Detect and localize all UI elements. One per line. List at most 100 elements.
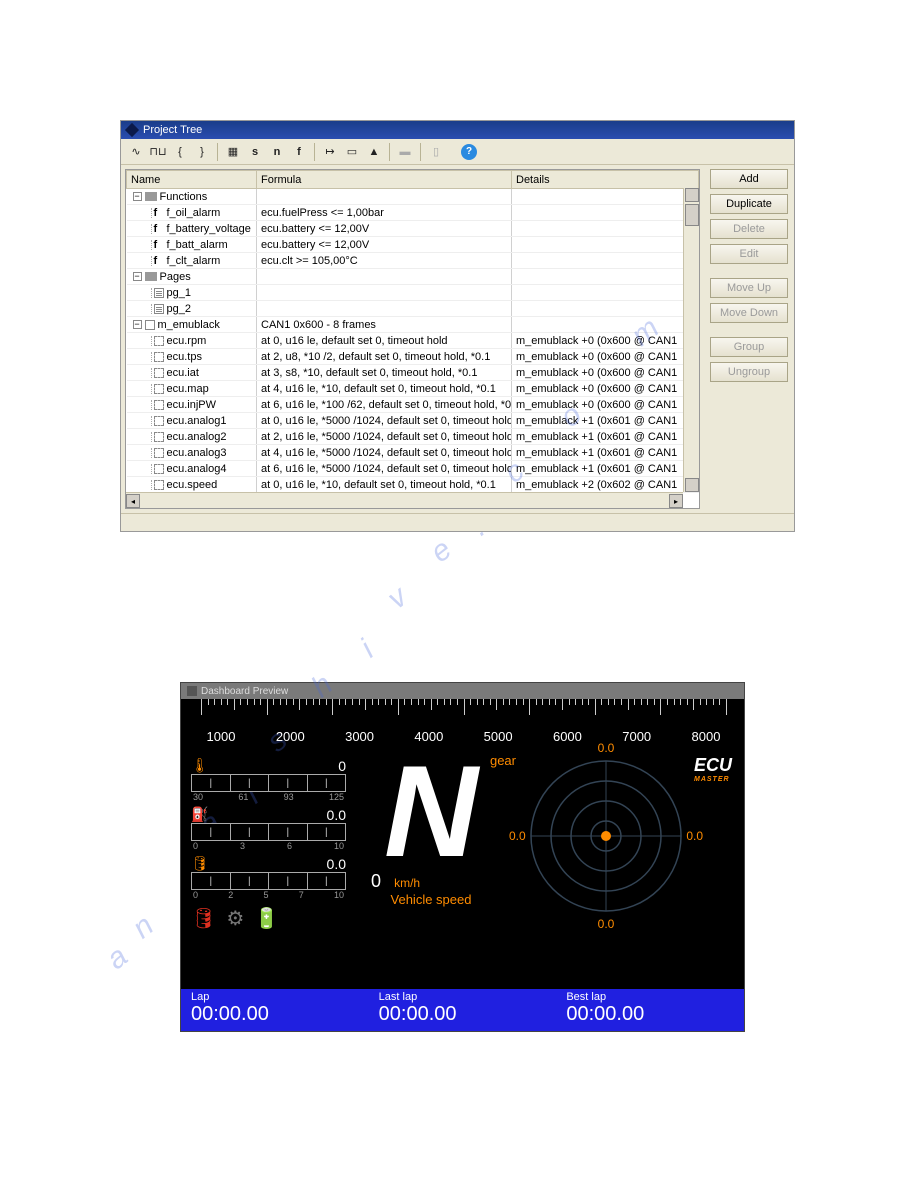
tree-row[interactable]: ff_clt_alarmecu.clt >= 105,00°C <box>127 253 699 269</box>
lap-label: Best lap <box>566 991 734 1003</box>
tb-folder-icon[interactable]: ▬ <box>396 143 414 161</box>
scale-label: 8000 <box>692 729 721 744</box>
lap-label: Last lap <box>379 991 547 1003</box>
app-icon <box>125 123 139 137</box>
tree-row[interactable]: ecu.speedat 0, u16 le, *10, default set … <box>127 477 699 493</box>
row-details <box>512 189 699 205</box>
tree-row[interactable]: ecu.analog4at 6, u16 le, *5000 /1024, de… <box>127 461 699 477</box>
tree-row[interactable]: ff_batt_alarmecu.battery <= 12,00V <box>127 237 699 253</box>
module-icon <box>145 320 155 330</box>
tb-f-icon[interactable]: f <box>290 143 308 161</box>
row-details: m_emublack +2 (0x602 @ CAN1 <box>512 477 699 493</box>
temp-icon: 🌡 <box>191 757 209 774</box>
tree-row[interactable]: −m_emublackCAN1 0x600 - 8 frames <box>127 317 699 333</box>
variable-icon <box>154 352 164 362</box>
dashboard-preview-window: Dashboard Preview 1000200030004000500060… <box>180 682 745 1032</box>
ecu-logo: ECU MASTER <box>694 755 732 783</box>
tb-doc-icon[interactable]: ▯ <box>427 143 445 161</box>
speed-value: 0 <box>371 871 381 891</box>
scroll-right-icon[interactable]: ▸ <box>669 494 683 508</box>
duplicate-button[interactable]: Duplicate <box>710 194 788 214</box>
tree-row[interactable]: ecu.tpsat 2, u8, *10 /2, default set 0, … <box>127 349 699 365</box>
col-details[interactable]: Details <box>512 171 699 189</box>
gforce-right: 0.0 <box>686 829 703 843</box>
toggle-icon[interactable]: − <box>133 192 142 201</box>
col-name[interactable]: Name <box>127 171 257 189</box>
tree-row[interactable]: ecu.mapat 4, u16 le, *10, default set 0,… <box>127 381 699 397</box>
row-formula: ecu.clt >= 105,00°C <box>257 253 512 269</box>
edit-button[interactable]: Edit <box>710 244 788 264</box>
tree-row[interactable]: ecu.injPW at 6, u16 le, *100 /62, default… <box>127 397 699 413</box>
move-down-button[interactable]: Move Down <box>710 303 788 323</box>
tree-row[interactable]: − Pages <box>127 269 699 285</box>
tree-row[interactable]: ecu.analog1at 0, u16 le, *5000 /1024, de… <box>127 413 699 429</box>
delete-button[interactable]: Delete <box>710 219 788 239</box>
scale-label: 7000 <box>622 729 651 744</box>
variable-icon <box>154 464 164 474</box>
variable-icon <box>154 400 164 410</box>
gauge-row: ⛽0.0||||03610 <box>191 806 346 851</box>
tree-row[interactable]: ecu.analog3at 4, u16 le, *5000 /1024, de… <box>127 445 699 461</box>
ungroup-button[interactable]: Ungroup <box>710 362 788 382</box>
gauge-value: 0 <box>338 758 346 774</box>
left-gauges: 🌡0||||306193125⛽0.0||||03610🛢0.0||||0257… <box>191 757 346 931</box>
scroll-thumb[interactable] <box>685 204 699 226</box>
row-formula <box>257 301 512 317</box>
tree-row[interactable]: ecu.rpmat 0, u16 le, default set 0, time… <box>127 333 699 349</box>
variable-icon <box>154 336 164 346</box>
scroll-down-icon[interactable] <box>685 478 699 492</box>
tb-n-icon[interactable]: n <box>268 143 286 161</box>
gforce-left: 0.0 <box>509 829 526 843</box>
variable-icon <box>154 432 164 442</box>
help-icon[interactable]: ? <box>461 144 477 160</box>
tree-row[interactable]: pg_2 <box>127 301 699 317</box>
row-formula: at 4, u16 le, *5000 /1024, default set 0… <box>257 445 512 461</box>
gforce-bottom: 0.0 <box>598 917 615 931</box>
row-details <box>512 301 699 317</box>
variable-icon <box>154 384 164 394</box>
tb-s-icon[interactable]: s <box>246 143 264 161</box>
horizontal-scrollbar[interactable]: ◂ ▸ <box>126 492 683 508</box>
group-button[interactable]: Group <box>710 337 788 357</box>
tree-row[interactable]: ff_battery_voltageecu.battery <= 12,00V <box>127 221 699 237</box>
speed-unit: km/h <box>394 876 420 890</box>
tb-grid-icon[interactable]: ▦ <box>224 143 242 161</box>
tree-row[interactable]: ecu.analog2at 2, u16 le, *5000 /1024, de… <box>127 429 699 445</box>
row-name: ecu.map <box>167 383 209 395</box>
row-name: Pages <box>160 271 191 283</box>
gauge-bar: |||| <box>191 774 346 792</box>
row-name: f_batt_alarm <box>167 239 228 251</box>
tb-arrow-in-icon[interactable]: ↦ <box>321 143 339 161</box>
lap-time: 00:00.00 <box>379 1003 547 1026</box>
move-up-button[interactable]: Move Up <box>710 278 788 298</box>
tree-row[interactable]: pg_1 <box>127 285 699 301</box>
toggle-icon[interactable]: − <box>133 320 142 329</box>
row-formula: at 6, u16 le, *100 /62, default set 0, t… <box>257 397 512 413</box>
row-details: m_emublack +1 (0x601 @ CAN1 <box>512 445 699 461</box>
tree-row[interactable]: ff_oil_alarmecu.fuelPress <= 1,00bar <box>127 205 699 221</box>
tb-wave-icon[interactable]: ∿ <box>127 143 145 161</box>
variable-icon <box>154 416 164 426</box>
toggle-icon[interactable]: − <box>133 272 142 281</box>
row-details <box>512 205 699 221</box>
gauge-row: 🌡0||||306193125 <box>191 757 346 802</box>
col-formula[interactable]: Formula <box>257 171 512 189</box>
lap-bar: Lap00:00.00Last lap00:00.00Best lap00:00… <box>181 989 744 1031</box>
tb-box-icon[interactable]: ▭ <box>343 143 361 161</box>
scroll-left-icon[interactable]: ◂ <box>126 494 140 508</box>
vertical-scrollbar[interactable] <box>683 188 699 492</box>
tb-bracket-left-icon[interactable]: { <box>171 143 189 161</box>
row-details <box>512 253 699 269</box>
tb-warning-icon[interactable]: ▲ <box>365 143 383 161</box>
row-name: ecu.injPW <box>167 399 217 411</box>
tree-row[interactable]: −Functions <box>127 189 699 205</box>
tb-square-wave-icon[interactable]: ⊓⊔ <box>149 143 167 161</box>
gauge-ticks: 03610 <box>191 841 346 851</box>
tree-table[interactable]: Name Formula Details −Functionsff_oil_al… <box>125 169 700 509</box>
tree-row[interactable]: ecu.iatat 3, s8, *10, default set 0, tim… <box>127 365 699 381</box>
add-button[interactable]: Add <box>710 169 788 189</box>
row-name: ecu.rpm <box>167 335 207 347</box>
scroll-up-icon[interactable] <box>685 188 699 202</box>
tb-bracket-right-icon[interactable]: } <box>193 143 211 161</box>
row-name: ecu.speed <box>167 479 218 491</box>
